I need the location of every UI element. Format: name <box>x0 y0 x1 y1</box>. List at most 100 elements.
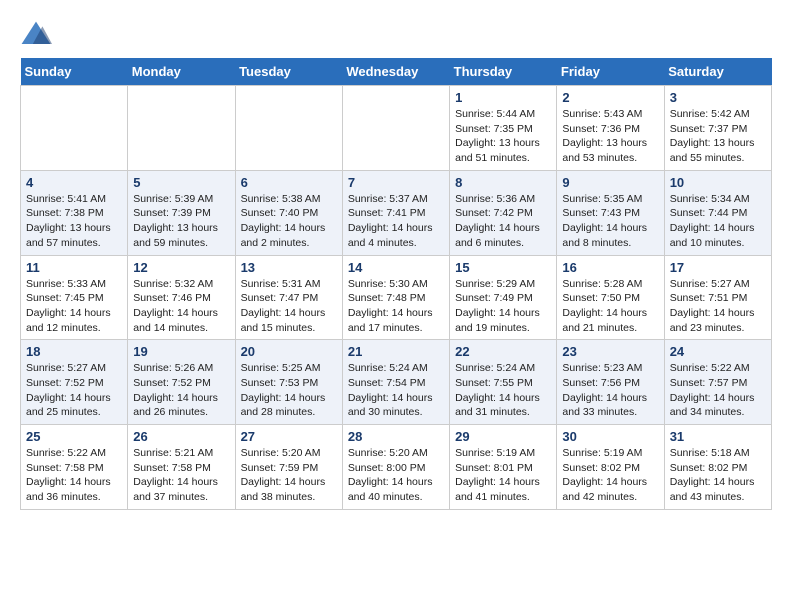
day-number: 30 <box>562 429 658 444</box>
col-header-sunday: Sunday <box>21 58 128 86</box>
day-number: 10 <box>670 175 766 190</box>
day-number: 8 <box>455 175 551 190</box>
day-info: Sunrise: 5:21 AM Sunset: 7:58 PM Dayligh… <box>133 446 229 505</box>
day-number: 23 <box>562 344 658 359</box>
day-info: Sunrise: 5:24 AM Sunset: 7:55 PM Dayligh… <box>455 361 551 420</box>
day-info: Sunrise: 5:19 AM Sunset: 8:01 PM Dayligh… <box>455 446 551 505</box>
day-number: 25 <box>26 429 122 444</box>
calendar-cell: 22 Sunrise: 5:24 AM Sunset: 7:55 PM Dayli… <box>450 340 557 425</box>
calendar-cell: 28 Sunrise: 5:20 AM Sunset: 8:00 PM Dayli… <box>342 425 449 510</box>
day-info: Sunrise: 5:24 AM Sunset: 7:54 PM Dayligh… <box>348 361 444 420</box>
calendar-cell: 24 Sunrise: 5:22 AM Sunset: 7:57 PM Dayli… <box>664 340 771 425</box>
day-info: Sunrise: 5:44 AM Sunset: 7:35 PM Dayligh… <box>455 107 551 166</box>
day-number: 28 <box>348 429 444 444</box>
day-number: 14 <box>348 260 444 275</box>
day-info: Sunrise: 5:28 AM Sunset: 7:50 PM Dayligh… <box>562 277 658 336</box>
calendar-cell <box>342 86 449 171</box>
calendar-week-row: 4Sunrise: 5:41 AM Sunset: 7:38 PM Daylig… <box>21 170 772 255</box>
day-info: Sunrise: 5:27 AM Sunset: 7:51 PM Dayligh… <box>670 277 766 336</box>
day-info: Sunrise: 5:26 AM Sunset: 7:52 PM Dayligh… <box>133 361 229 420</box>
day-info: Sunrise: 5:23 AM Sunset: 7:56 PM Dayligh… <box>562 361 658 420</box>
day-number: 12 <box>133 260 229 275</box>
day-info: Sunrise: 5:37 AM Sunset: 7:41 PM Dayligh… <box>348 192 444 251</box>
calendar-cell: 29Sunrise: 5:19 AM Sunset: 8:01 PM Dayli… <box>450 425 557 510</box>
day-number: 11 <box>26 260 122 275</box>
calendar-cell: 15 Sunrise: 5:29 AM Sunset: 7:49 PM Dayli… <box>450 255 557 340</box>
col-header-saturday: Saturday <box>664 58 771 86</box>
calendar-cell: 26 Sunrise: 5:21 AM Sunset: 7:58 PM Dayli… <box>128 425 235 510</box>
day-number: 26 <box>133 429 229 444</box>
day-number: 20 <box>241 344 337 359</box>
calendar-cell: 20 Sunrise: 5:25 AM Sunset: 7:53 PM Dayli… <box>235 340 342 425</box>
page-header <box>20 20 772 48</box>
day-info: Sunrise: 5:29 AM Sunset: 7:49 PM Dayligh… <box>455 277 551 336</box>
day-number: 5 <box>133 175 229 190</box>
day-info: Sunrise: 5:43 AM Sunset: 7:36 PM Dayligh… <box>562 107 658 166</box>
day-info: Sunrise: 5:25 AM Sunset: 7:53 PM Dayligh… <box>241 361 337 420</box>
calendar-cell: 3 Sunrise: 5:42 AM Sunset: 7:37 PM Daylig… <box>664 86 771 171</box>
day-number: 16 <box>562 260 658 275</box>
calendar-cell <box>21 86 128 171</box>
col-header-wednesday: Wednesday <box>342 58 449 86</box>
day-number: 15 <box>455 260 551 275</box>
day-number: 3 <box>670 90 766 105</box>
day-number: 17 <box>670 260 766 275</box>
calendar-cell: 12 Sunrise: 5:32 AM Sunset: 7:46 PM Dayli… <box>128 255 235 340</box>
day-number: 7 <box>348 175 444 190</box>
day-number: 4 <box>26 175 122 190</box>
day-number: 22 <box>455 344 551 359</box>
day-number: 2 <box>562 90 658 105</box>
calendar-cell: 13Sunrise: 5:31 AM Sunset: 7:47 PM Dayli… <box>235 255 342 340</box>
day-info: Sunrise: 5:27 AM Sunset: 7:52 PM Dayligh… <box>26 361 122 420</box>
calendar-cell: 27Sunrise: 5:20 AM Sunset: 7:59 PM Dayli… <box>235 425 342 510</box>
day-info: Sunrise: 5:35 AM Sunset: 7:43 PM Dayligh… <box>562 192 658 251</box>
day-number: 21 <box>348 344 444 359</box>
calendar-header-row: SundayMondayTuesdayWednesdayThursdayFrid… <box>21 58 772 86</box>
calendar-week-row: 11 Sunrise: 5:33 AM Sunset: 7:45 PM Dayli… <box>21 255 772 340</box>
calendar-cell: 10 Sunrise: 5:34 AM Sunset: 7:44 PM Dayli… <box>664 170 771 255</box>
calendar-cell: 19 Sunrise: 5:26 AM Sunset: 7:52 PM Dayli… <box>128 340 235 425</box>
day-number: 18 <box>26 344 122 359</box>
day-info: Sunrise: 5:42 AM Sunset: 7:37 PM Dayligh… <box>670 107 766 166</box>
day-info: Sunrise: 5:30 AM Sunset: 7:48 PM Dayligh… <box>348 277 444 336</box>
col-header-friday: Friday <box>557 58 664 86</box>
day-info: Sunrise: 5:32 AM Sunset: 7:46 PM Dayligh… <box>133 277 229 336</box>
calendar-cell: 8 Sunrise: 5:36 AM Sunset: 7:42 PM Daylig… <box>450 170 557 255</box>
day-info: Sunrise: 5:18 AM Sunset: 8:02 PM Dayligh… <box>670 446 766 505</box>
calendar-table: SundayMondayTuesdayWednesdayThursdayFrid… <box>20 58 772 510</box>
calendar-cell: 31Sunrise: 5:18 AM Sunset: 8:02 PM Dayli… <box>664 425 771 510</box>
logo-icon <box>20 20 52 48</box>
day-info: Sunrise: 5:20 AM Sunset: 7:59 PM Dayligh… <box>241 446 337 505</box>
calendar-cell: 5Sunrise: 5:39 AM Sunset: 7:39 PM Daylig… <box>128 170 235 255</box>
day-info: Sunrise: 5:20 AM Sunset: 8:00 PM Dayligh… <box>348 446 444 505</box>
calendar-cell: 23 Sunrise: 5:23 AM Sunset: 7:56 PM Dayli… <box>557 340 664 425</box>
col-header-tuesday: Tuesday <box>235 58 342 86</box>
calendar-week-row: 18 Sunrise: 5:27 AM Sunset: 7:52 PM Dayli… <box>21 340 772 425</box>
col-header-monday: Monday <box>128 58 235 86</box>
day-info: Sunrise: 5:34 AM Sunset: 7:44 PM Dayligh… <box>670 192 766 251</box>
calendar-cell: 4Sunrise: 5:41 AM Sunset: 7:38 PM Daylig… <box>21 170 128 255</box>
day-info: Sunrise: 5:22 AM Sunset: 7:57 PM Dayligh… <box>670 361 766 420</box>
calendar-cell: 14 Sunrise: 5:30 AM Sunset: 7:48 PM Dayli… <box>342 255 449 340</box>
calendar-cell: 11 Sunrise: 5:33 AM Sunset: 7:45 PM Dayli… <box>21 255 128 340</box>
calendar-cell: 1Sunrise: 5:44 AM Sunset: 7:35 PM Daylig… <box>450 86 557 171</box>
calendar-week-row: 1Sunrise: 5:44 AM Sunset: 7:35 PM Daylig… <box>21 86 772 171</box>
day-info: Sunrise: 5:22 AM Sunset: 7:58 PM Dayligh… <box>26 446 122 505</box>
calendar-cell: 2 Sunrise: 5:43 AM Sunset: 7:36 PM Daylig… <box>557 86 664 171</box>
day-info: Sunrise: 5:38 AM Sunset: 7:40 PM Dayligh… <box>241 192 337 251</box>
day-info: Sunrise: 5:33 AM Sunset: 7:45 PM Dayligh… <box>26 277 122 336</box>
day-number: 9 <box>562 175 658 190</box>
day-number: 19 <box>133 344 229 359</box>
calendar-cell: 21 Sunrise: 5:24 AM Sunset: 7:54 PM Dayli… <box>342 340 449 425</box>
calendar-week-row: 25 Sunrise: 5:22 AM Sunset: 7:58 PM Dayli… <box>21 425 772 510</box>
day-number: 6 <box>241 175 337 190</box>
calendar-cell <box>235 86 342 171</box>
calendar-cell: 9 Sunrise: 5:35 AM Sunset: 7:43 PM Daylig… <box>557 170 664 255</box>
day-info: Sunrise: 5:36 AM Sunset: 7:42 PM Dayligh… <box>455 192 551 251</box>
calendar-cell: 6 Sunrise: 5:38 AM Sunset: 7:40 PM Daylig… <box>235 170 342 255</box>
day-info: Sunrise: 5:31 AM Sunset: 7:47 PM Dayligh… <box>241 277 337 336</box>
day-number: 24 <box>670 344 766 359</box>
logo <box>20 20 54 48</box>
day-info: Sunrise: 5:19 AM Sunset: 8:02 PM Dayligh… <box>562 446 658 505</box>
calendar-cell: 17 Sunrise: 5:27 AM Sunset: 7:51 PM Dayli… <box>664 255 771 340</box>
